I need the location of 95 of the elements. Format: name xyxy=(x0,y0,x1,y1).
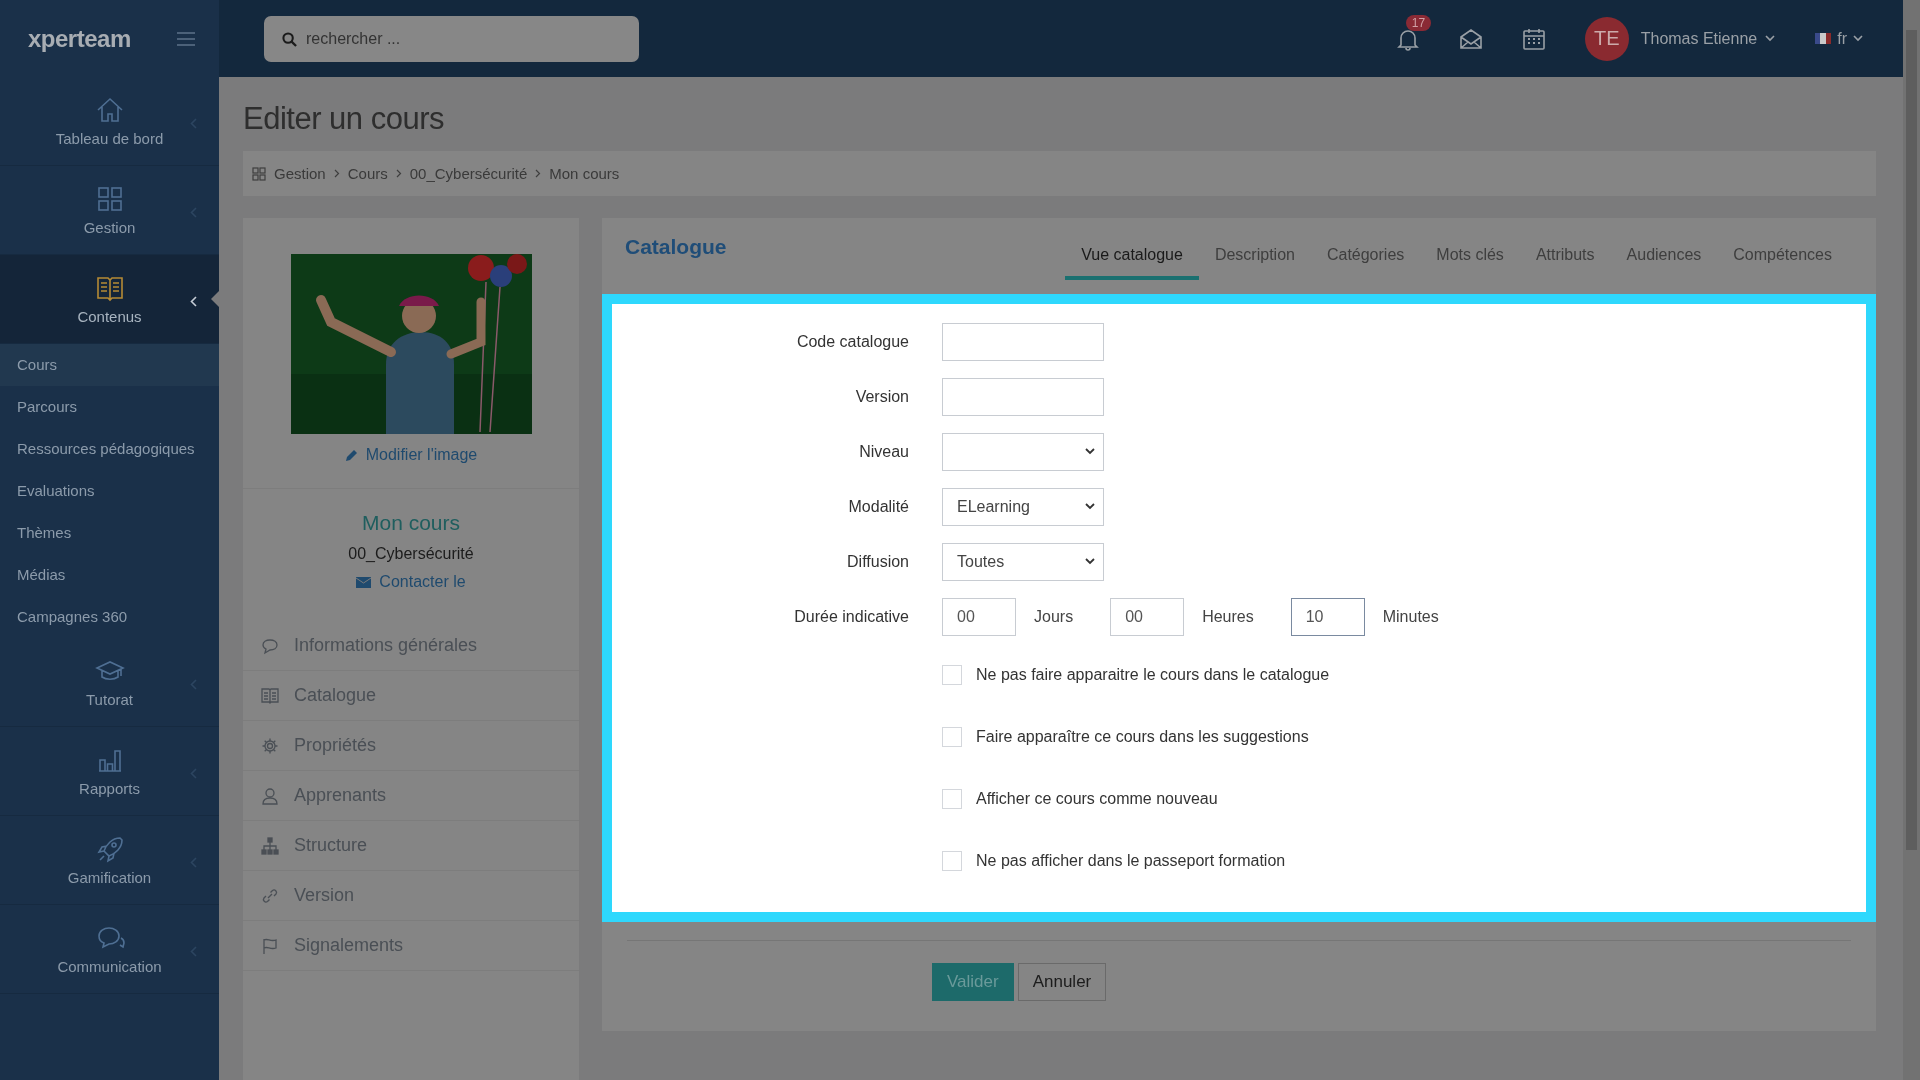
tab[interactable]: Vue catalogue xyxy=(1065,246,1199,280)
chevron-down-icon xyxy=(1085,503,1095,510)
checkbox-label: Afficher ce cours comme nouveau xyxy=(976,790,1218,808)
logo[interactable]: xperteam xyxy=(28,24,131,53)
checkbox[interactable] xyxy=(942,789,962,809)
tab[interactable]: Audiences xyxy=(1610,246,1718,280)
unit-label: Jours xyxy=(1033,607,1075,626)
input-field[interactable] xyxy=(942,322,1104,361)
number-field[interactable]: 00 xyxy=(1110,597,1185,636)
checkbox-label: Ne pas afficher dans le passeport formation xyxy=(976,852,1286,870)
number-field[interactable]: 10 xyxy=(1290,597,1365,636)
tab[interactable]: Mots clés xyxy=(1420,246,1520,280)
search-field[interactable]: rechercher ... xyxy=(264,15,639,62)
input-field[interactable] xyxy=(942,377,1104,416)
sidebar-item[interactable]: Gamification xyxy=(0,816,219,905)
link-icon xyxy=(261,886,279,905)
chevron-right-icon xyxy=(395,169,402,178)
submenu-item[interactable]: Cours xyxy=(0,344,219,386)
sidebar-item[interactable]: Rapports xyxy=(0,727,219,816)
field-label: Durée indicative xyxy=(793,607,910,626)
chevron-left-icon xyxy=(190,768,197,779)
book-icon xyxy=(261,686,279,705)
submenu-item[interactable]: Thèmes xyxy=(0,512,219,554)
search-icon xyxy=(282,31,297,47)
contact-link[interactable]: Contacter le xyxy=(356,573,466,591)
submenu-item[interactable]: Ressources pédagogiques xyxy=(0,428,219,470)
chevron-down-icon xyxy=(1085,558,1095,565)
field-label: Code catalogue xyxy=(795,332,910,351)
edit-image-link[interactable]: Modifier l'image xyxy=(243,434,579,489)
grid-icon xyxy=(252,166,266,181)
calendar-icon[interactable] xyxy=(1522,27,1545,50)
submenu-item[interactable]: Evaluations xyxy=(0,470,219,512)
chevron-down-icon xyxy=(1853,35,1863,42)
chevron-left-icon xyxy=(190,296,197,307)
sidebar-item[interactable]: Contenus xyxy=(0,255,219,344)
chevron-right-icon xyxy=(535,169,542,178)
checkbox-label: Ne pas faire apparaitre le cours dans le catalogue xyxy=(976,666,1330,684)
select-field[interactable]: ELearning xyxy=(942,487,1104,526)
user-icon xyxy=(261,786,279,805)
submenu-item[interactable]: Campagnes 360 xyxy=(0,596,219,638)
user-menu[interactable]: TE Thomas Etienne xyxy=(1584,16,1776,61)
tab[interactable]: Attributs xyxy=(1519,246,1611,280)
tab[interactable]: Catégories xyxy=(1310,246,1421,280)
tab[interactable]: Compétences xyxy=(1717,246,1848,280)
flag-icon xyxy=(261,936,279,955)
checkbox-label: Faire apparaître ce cours dans les suggestions xyxy=(976,728,1309,746)
envelope-icon xyxy=(356,576,372,588)
select-field[interactable] xyxy=(942,432,1104,471)
field-label: Version xyxy=(854,387,910,406)
page-title: Editer un cours xyxy=(243,101,445,137)
language-menu[interactable]: fr xyxy=(1815,29,1863,48)
sidebar-item[interactable]: Tutorat xyxy=(0,638,219,727)
sitemap-icon xyxy=(261,836,279,855)
user-name: Thomas Etienne xyxy=(1640,29,1758,48)
gear-icon xyxy=(261,736,279,755)
chevron-left-icon xyxy=(190,207,197,218)
flag-icon xyxy=(1815,33,1832,44)
chevron-left-icon xyxy=(190,946,197,957)
course-title: Mon cours xyxy=(361,511,460,535)
menu-icon[interactable] xyxy=(177,31,195,46)
field-label: Modalité xyxy=(847,497,910,516)
chevron-right-icon xyxy=(333,169,340,178)
field-label: Diffusion xyxy=(846,552,910,571)
user-avatar: TE xyxy=(1584,16,1629,61)
chevron-left-icon xyxy=(190,118,197,129)
chevron-down-icon xyxy=(1765,35,1776,42)
pencil-icon xyxy=(344,448,358,462)
breadcrumb-link[interactable]: 00_Cybersécurité xyxy=(409,165,528,182)
number-field[interactable]: 00 xyxy=(942,597,1016,636)
field-label: Niveau xyxy=(858,442,910,461)
tab[interactable]: Description xyxy=(1198,246,1311,280)
unit-label: Minutes xyxy=(1381,607,1440,626)
sidebar-item[interactable]: Communication xyxy=(0,905,219,994)
select-field[interactable]: Toutes xyxy=(942,542,1104,581)
cancel-button[interactable]: Annuler xyxy=(1017,963,1107,1001)
breadcrumb-link[interactable]: Gestion xyxy=(274,165,326,182)
submenu-item[interactable]: Parcours xyxy=(0,386,219,428)
checkbox[interactable] xyxy=(942,851,962,871)
active-notch xyxy=(211,291,219,307)
chevron-left-icon xyxy=(190,679,197,690)
course-category: 00_Cybersécurité xyxy=(348,545,474,563)
checkbox[interactable] xyxy=(942,727,962,747)
chevron-down-icon xyxy=(1085,448,1095,455)
panel-heading: Catalogue xyxy=(625,235,727,259)
language-label: fr xyxy=(1837,29,1847,48)
submenu-item[interactable]: Médias xyxy=(0,554,219,596)
mail-icon[interactable] xyxy=(1458,27,1483,50)
breadcrumb-link[interactable]: Cours xyxy=(347,165,388,182)
scrollbar[interactable] xyxy=(1903,0,1920,1080)
checkbox[interactable] xyxy=(942,665,962,685)
comment-icon xyxy=(261,636,279,655)
unit-label: Heures xyxy=(1201,607,1255,626)
sidebar-item[interactable]: Tableau de bord xyxy=(0,77,219,166)
chevron-left-icon xyxy=(190,857,197,868)
notification-badge: 17 xyxy=(1405,14,1432,31)
